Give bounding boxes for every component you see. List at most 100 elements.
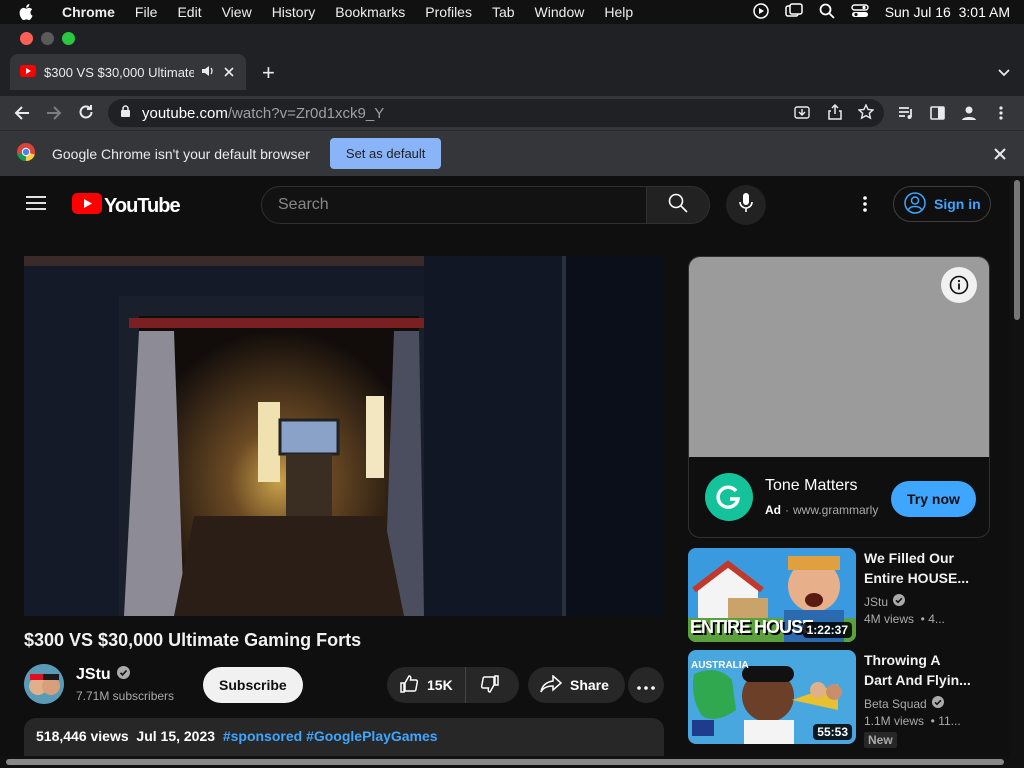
horizontal-scrollbar[interactable] xyxy=(0,756,1010,768)
guide-menu-icon[interactable] xyxy=(26,195,46,216)
profile-icon[interactable] xyxy=(961,105,977,126)
youtube-wordmark: YouTube xyxy=(104,194,181,217)
play-status-icon[interactable] xyxy=(752,2,769,22)
recommendation-thumbnail[interactable]: ENTIRE HOUSE 1:22:37 xyxy=(688,548,856,642)
chrome-tabstrip: $300 VS $30,000 Ultimate Gaming Forts + xyxy=(0,24,1024,96)
verified-icon xyxy=(116,666,130,684)
close-window-button[interactable] xyxy=(20,32,33,45)
address-bar[interactable]: youtube.com/watch?v=Zr0d1xck9_Y xyxy=(108,99,884,127)
sign-in-label: Sign in xyxy=(934,196,981,212)
more-actions-button[interactable] xyxy=(628,667,664,703)
title-line: We Filled Our xyxy=(864,550,954,566)
apple-icon[interactable] xyxy=(0,4,52,20)
ad-badge: Ad xyxy=(765,503,781,517)
subscribe-button[interactable]: Subscribe xyxy=(203,667,303,703)
lock-icon[interactable] xyxy=(120,104,131,122)
search-button[interactable] xyxy=(646,186,710,224)
ad-media[interactable] xyxy=(689,257,989,457)
voice-search-button[interactable] xyxy=(726,185,766,225)
thumbnail-caption: AUSTRALIA xyxy=(691,660,749,671)
menu-chrome[interactable]: Chrome xyxy=(52,4,125,20)
recommendation-channel[interactable]: Beta Squad xyxy=(864,697,927,711)
thumbs-down-icon xyxy=(480,674,500,697)
menu-history[interactable]: History xyxy=(262,4,326,20)
video-duration: 1:22:37 xyxy=(802,622,852,638)
ad-cta-button[interactable]: Try now xyxy=(891,481,976,517)
new-tab-button[interactable]: + xyxy=(262,60,275,86)
side-panel-icon[interactable] xyxy=(930,106,945,125)
youtube-masthead: YouTube Search Sign in xyxy=(0,176,1010,232)
close-tab-icon[interactable] xyxy=(224,65,234,80)
reload-icon[interactable] xyxy=(78,104,94,125)
search-input[interactable]: Search xyxy=(261,186,647,224)
bookmark-star-icon[interactable] xyxy=(857,103,875,124)
hashtag-sponsored[interactable]: #sponsored xyxy=(223,728,302,744)
vertical-scroll-thumb[interactable] xyxy=(1014,180,1020,320)
dislike-button[interactable] xyxy=(466,667,514,703)
youtube-page: YouTube Search Sign in $300 VS $30,000 U… xyxy=(0,176,1024,768)
url-path: /watch?v=Zr0d1xck9_Y xyxy=(227,104,385,122)
channel-avatar[interactable] xyxy=(24,664,64,704)
menu-window[interactable]: Window xyxy=(525,4,595,20)
recommendation-item[interactable]: AUSTRALIA 55:53 Throwing A Dart And Flyi… xyxy=(688,650,990,748)
control-center-icon[interactable] xyxy=(850,3,869,22)
infobar-message: Google Chrome isn't your default browser xyxy=(52,145,310,162)
share-button[interactable]: Share xyxy=(528,667,625,703)
forward-icon[interactable] xyxy=(46,105,62,126)
ad-info-icon[interactable] xyxy=(941,267,977,303)
chrome-logo-icon xyxy=(16,142,36,165)
settings-more-icon[interactable] xyxy=(862,195,868,218)
recommendation-meta: 1.1M views • 11... xyxy=(864,714,961,728)
menubar-clock[interactable]: Sun Jul 16 3:01 AM xyxy=(885,4,1010,20)
recommendation-channel[interactable]: JStu xyxy=(864,595,888,609)
vertical-scrollbar[interactable] xyxy=(1010,176,1024,768)
youtube-logo-icon xyxy=(72,193,102,219)
menu-edit[interactable]: Edit xyxy=(167,4,211,20)
close-infobar-icon[interactable] xyxy=(994,147,1006,163)
install-app-icon[interactable] xyxy=(794,105,810,125)
url-domain: youtube.com xyxy=(142,104,228,122)
menu-view[interactable]: View xyxy=(212,4,262,20)
microphone-icon xyxy=(739,192,753,218)
youtube-logo[interactable]: YouTube xyxy=(72,193,181,219)
sign-in-button[interactable]: Sign in xyxy=(893,186,991,222)
menu-bookmarks[interactable]: Bookmarks xyxy=(325,4,415,20)
zoom-window-button[interactable] xyxy=(62,32,75,45)
browser-menu-icon[interactable] xyxy=(998,105,1004,126)
screen-mirror-icon[interactable] xyxy=(784,2,803,22)
back-icon[interactable] xyxy=(14,105,30,126)
share-page-icon[interactable] xyxy=(828,103,842,124)
channel-name[interactable]: JStu xyxy=(76,666,111,684)
grammarly-logo-icon xyxy=(705,473,753,521)
spotlight-search-icon[interactable] xyxy=(819,3,835,22)
video-player[interactable] xyxy=(24,256,664,616)
upload-date: Jul 15, 2023 xyxy=(136,728,216,744)
recommendation-title[interactable]: We Filled Our Entire HOUSE... xyxy=(864,548,984,588)
like-button[interactable]: 15K xyxy=(387,667,466,703)
macos-menubar: Chrome File Edit View History Bookmarks … xyxy=(0,0,1024,24)
tab-search-chevron-icon[interactable] xyxy=(998,64,1010,82)
recommendation-channel-row: JStu xyxy=(864,594,906,609)
video-duration: 55:53 xyxy=(813,724,852,740)
video-frame xyxy=(24,256,664,616)
recommendation-thumbnail[interactable]: AUSTRALIA 55:53 xyxy=(688,650,856,744)
more-horizontal-icon xyxy=(637,677,655,693)
recommendation-item[interactable]: ENTIRE HOUSE 1:22:37 We Filled Our Entir… xyxy=(688,548,990,642)
hashtag-googleplaygames[interactable]: #GooglePlayGames xyxy=(306,728,438,744)
recommendation-title[interactable]: Throwing A Dart And Flyin... xyxy=(864,650,984,690)
browser-toolbar: youtube.com/watch?v=Zr0d1xck9_Y xyxy=(0,96,1024,130)
tab-audio-icon[interactable] xyxy=(200,64,214,81)
ad-card[interactable]: Tone Matters Ad · www.grammarly Try now xyxy=(688,256,990,538)
horizontal-scroll-thumb[interactable] xyxy=(6,759,1004,765)
search-icon xyxy=(668,193,688,218)
minimize-window-button[interactable] xyxy=(41,32,54,45)
menu-help[interactable]: Help xyxy=(594,4,643,20)
set-as-default-button[interactable]: Set as default xyxy=(329,138,442,169)
menu-profiles[interactable]: Profiles xyxy=(415,4,482,20)
active-tab[interactable]: $300 VS $30,000 Ultimate Gaming Forts xyxy=(10,54,246,90)
menu-tab[interactable]: Tab xyxy=(482,4,525,20)
ad-headline: Tone Matters xyxy=(765,477,858,494)
view-count: 518,446 views xyxy=(36,728,129,744)
media-queue-icon[interactable] xyxy=(898,106,914,125)
menu-file[interactable]: File xyxy=(125,4,168,20)
